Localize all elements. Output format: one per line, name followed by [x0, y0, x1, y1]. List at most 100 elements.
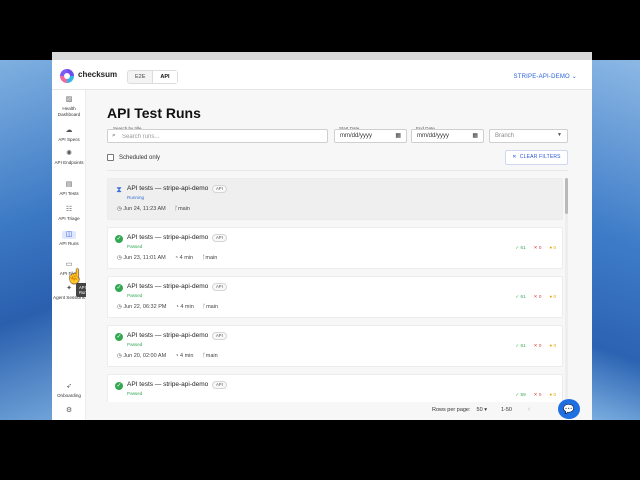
- sidebar-item-api-endpoints[interactable]: ✺ API Endpoints: [52, 150, 86, 166]
- run-counts: ✓ 61 ✕ 0 ● 0: [515, 245, 556, 251]
- run-branch: ᚴmain: [202, 255, 218, 261]
- failed-count: ✕ 0: [533, 392, 542, 397]
- page-title: API Test Runs: [107, 105, 201, 121]
- type-badge: API: [212, 234, 227, 242]
- run-branch: ᚴmain: [202, 304, 219, 310]
- check-circle-icon: ✓: [115, 235, 123, 243]
- scrollbar-thumb[interactable]: [565, 178, 568, 214]
- scheduled-only-toggle[interactable]: Scheduled only: [107, 154, 160, 161]
- branch-placeholder: Branch: [495, 133, 515, 139]
- run-status: Passed: [127, 244, 143, 249]
- passed-count: ✓ 61: [515, 294, 526, 299]
- project-selector[interactable]: STRIPE-API-DEMO ⌄: [514, 73, 577, 80]
- timer-icon: ◔: [175, 304, 179, 310]
- sidebar-item-api-specs[interactable]: ☁ API Specs: [52, 127, 86, 143]
- check-icon: ✓: [515, 294, 520, 299]
- chevron-down-icon: ⌄: [571, 74, 577, 80]
- warning-icon: ●: [549, 392, 553, 397]
- desktop-wallpaper-right: [592, 60, 640, 420]
- passed-count: ✓ 61: [515, 343, 526, 348]
- caret-down-icon: ▾: [484, 406, 487, 413]
- run-status: Passed: [127, 342, 143, 347]
- sidebar-item-api-triage[interactable]: ☷ API Triage: [52, 206, 86, 222]
- failed-count: ✕ 0: [533, 294, 542, 299]
- list-icon: ▤: [65, 181, 73, 188]
- run-card[interactable]: ✓ API tests — stripe-api-demo API Passed…: [107, 227, 563, 269]
- check-icon: ✓: [515, 343, 520, 348]
- calendar-icon[interactable]: ▦: [395, 132, 401, 139]
- run-card[interactable]: ✓ API tests — stripe-api-demo API Passed…: [107, 374, 563, 402]
- branch-select[interactable]: Branch ▼: [489, 129, 568, 143]
- sidebar-item-label: API Specs: [58, 137, 80, 142]
- brand-name[interactable]: checksum: [78, 70, 117, 79]
- close-icon: ✕: [512, 154, 517, 160]
- mode-switch: E2E API: [127, 70, 178, 84]
- check-circle-icon: ✓: [115, 382, 123, 390]
- rocket-icon: ➶: [66, 383, 72, 390]
- gear-icon: ⚙: [65, 407, 73, 414]
- search-input[interactable]: [122, 132, 322, 141]
- hourglass-icon: ⧗: [116, 185, 122, 194]
- divider: [107, 170, 568, 171]
- run-name: API tests — stripe-api-demo: [127, 283, 209, 290]
- page-range: 1-50: [500, 406, 512, 413]
- end-date-input[interactable]: mm/dd/yyyy ▦: [411, 129, 484, 143]
- warning-count: ● 0: [549, 392, 556, 397]
- sidebar-item-label: Onboarding: [56, 393, 81, 398]
- sidebar-item-api-tests[interactable]: ▤ API Tests: [52, 181, 86, 197]
- failed-count: ✕ 0: [533, 245, 542, 250]
- top-bar: checksum E2E API STRIPE-API-DEMO ⌄: [52, 60, 592, 90]
- scheduled-only-checkbox[interactable]: [107, 154, 114, 161]
- sidebar-item-label: API Triage: [58, 216, 80, 221]
- run-date: ◷ Jun 20, 02:00 AM: [117, 353, 167, 359]
- run-status: Passed: [127, 293, 143, 298]
- run-duration: ◔ 4 min: [174, 255, 194, 261]
- type-badge: API: [212, 283, 227, 291]
- passed-count: ✓ 59: [515, 392, 526, 397]
- warning-icon: ●: [549, 245, 553, 250]
- run-date: ◷ Jun 23, 11:01 AM: [117, 255, 166, 261]
- sidebar-item-label: API Runs: [59, 241, 79, 246]
- run-counts: ✓ 61 ✕ 0 ● 0: [515, 343, 556, 349]
- cloud-icon: ☁: [65, 127, 73, 134]
- sliders-icon: ☷: [65, 206, 73, 213]
- run-name: API tests — stripe-api-demo: [127, 381, 209, 388]
- calendar-icon[interactable]: ▦: [472, 132, 478, 139]
- clear-filters-button[interactable]: ✕ CLEAR FILTERS: [505, 150, 568, 165]
- run-date: ◷ Jun 24, 11:23 AM: [117, 206, 166, 212]
- x-icon: ✕: [533, 245, 538, 250]
- failed-count: ✕ 0: [533, 343, 542, 348]
- sidebar: ▨ Health Dashboard ☁ API Specs ✺ API End…: [52, 90, 92, 420]
- sidebar-item-health-dashboard[interactable]: ▨ Health Dashboard: [52, 96, 86, 117]
- sidebar-item-api-runs[interactable]: ◫ API Runs: [52, 231, 86, 247]
- checksum-logo-icon[interactable]: [60, 69, 74, 83]
- x-icon: ✕: [533, 392, 538, 397]
- tab-e2e[interactable]: E2E: [128, 71, 152, 83]
- warning-count: ● 0: [549, 343, 556, 348]
- sidebar-item-onboarding[interactable]: ➶ Onboarding: [52, 383, 86, 399]
- sidebar-item-label: API Endpoints: [54, 160, 84, 165]
- pagination: Rows per page: 50 ▾ 1-50 ‹: [432, 406, 530, 413]
- run-card[interactable]: ✓ API tests — stripe-api-demo API Passed…: [107, 276, 563, 318]
- rows-per-page-select[interactable]: 50 ▾: [477, 407, 487, 413]
- tab-api[interactable]: API: [152, 71, 177, 83]
- run-meta: ◷ Jun 22, 06:32 PM ◔ 4 min ᚴmain: [117, 304, 218, 310]
- run-card[interactable]: ✓ API tests — stripe-api-demo API Passed…: [107, 325, 563, 367]
- screen: checksum E2E API STRIPE-API-DEMO ⌄ ▨ Hea…: [0, 0, 640, 480]
- warning-count: ● 0: [549, 245, 556, 250]
- sidebar-item-label: Health Dashboard: [57, 106, 81, 117]
- start-date-value: mm/dd/yyyy: [340, 133, 373, 139]
- project-name: STRIPE-API-DEMO: [513, 74, 570, 80]
- search-field[interactable]: ⌕: [107, 129, 328, 143]
- run-meta: ◷ Jun 23, 11:01 AM ◔ 4 min ᚴmain: [117, 255, 217, 261]
- start-date-input[interactable]: mm/dd/yyyy ▦: [334, 129, 407, 143]
- chat-bubble-icon[interactable]: 💬: [558, 399, 580, 419]
- run-meta: ◷ Jun 24, 11:23 AM ᚴmain: [117, 206, 190, 212]
- search-icon: ⌕: [112, 132, 116, 139]
- prev-page-icon[interactable]: ‹: [528, 406, 530, 413]
- network-icon: ✺: [66, 150, 72, 157]
- type-badge: API: [212, 381, 227, 389]
- sidebar-item-settings[interactable]: ⚙: [52, 407, 86, 417]
- warning-icon: ●: [549, 343, 553, 348]
- run-card[interactable]: ⧗ API tests — stripe-api-demo API Runnin…: [107, 178, 563, 220]
